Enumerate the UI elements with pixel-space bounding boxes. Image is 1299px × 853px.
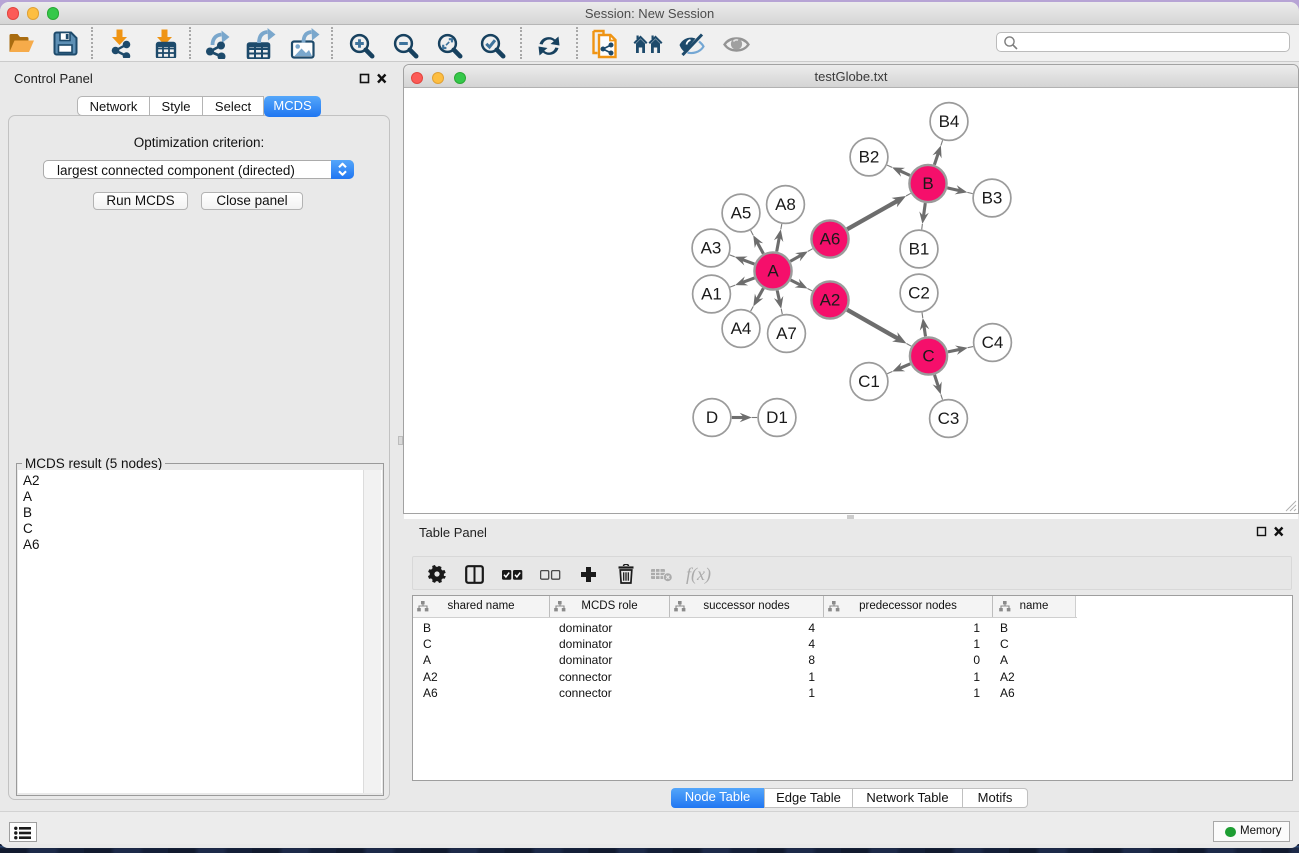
svg-text:A3: A3	[701, 239, 722, 258]
svg-text:A: A	[767, 262, 779, 281]
svg-text:B4: B4	[939, 112, 960, 131]
svg-text:A5: A5	[731, 204, 752, 223]
svg-text:C3: C3	[938, 409, 960, 428]
svg-text:A6: A6	[820, 230, 841, 249]
svg-text:D: D	[706, 408, 718, 427]
svg-text:B3: B3	[982, 189, 1003, 208]
svg-text:A1: A1	[701, 285, 722, 304]
svg-text:B: B	[922, 174, 933, 193]
svg-text:C1: C1	[858, 372, 880, 391]
svg-text:A8: A8	[775, 195, 796, 214]
svg-text:D1: D1	[766, 408, 788, 427]
svg-text:A2: A2	[820, 291, 841, 310]
svg-text:C4: C4	[982, 333, 1004, 352]
svg-text:B1: B1	[909, 240, 930, 259]
svg-text:C: C	[922, 347, 934, 366]
svg-text:A4: A4	[731, 319, 752, 338]
svg-text:C2: C2	[908, 284, 930, 303]
svg-text:A7: A7	[776, 324, 797, 343]
svg-text:B2: B2	[859, 148, 880, 167]
